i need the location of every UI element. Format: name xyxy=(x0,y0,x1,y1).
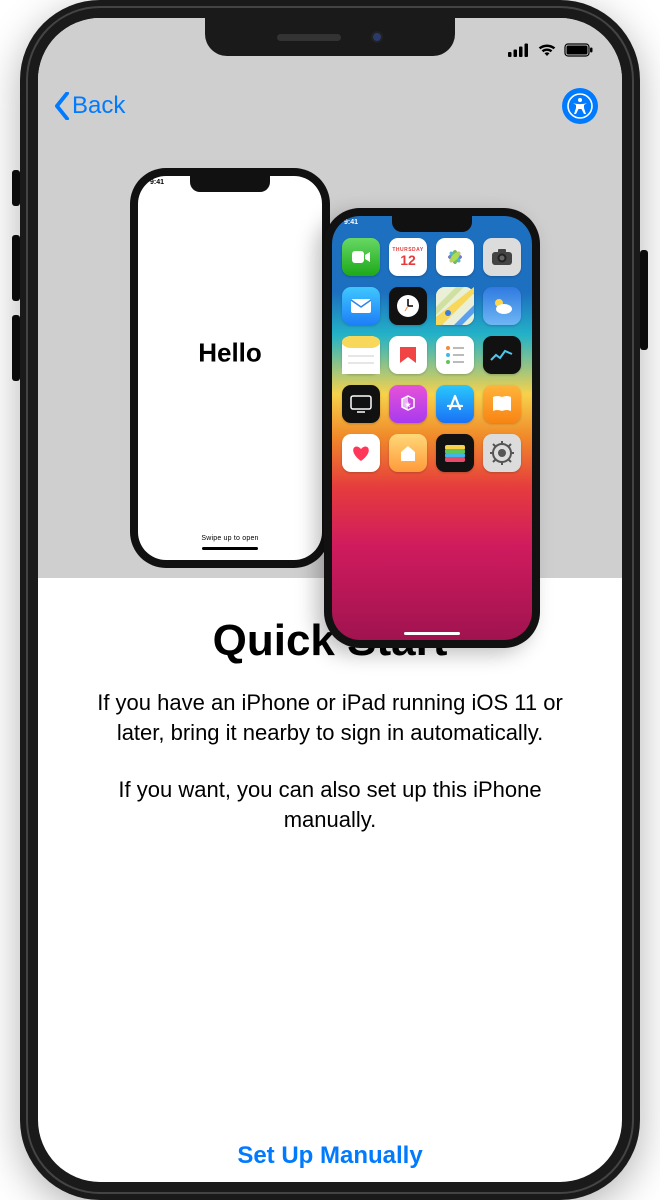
wifi-icon xyxy=(537,43,557,57)
back-label: Back xyxy=(72,92,125,120)
accessibility-button[interactable] xyxy=(562,88,598,124)
set-up-manually-button[interactable]: Set Up Manually xyxy=(237,1142,422,1169)
device-frame: Back 9:41 Hello Swi xyxy=(20,0,640,1200)
photos-icon xyxy=(436,238,474,276)
description-para-1: If you have an iPhone or iPad running iO… xyxy=(84,688,576,747)
power-button xyxy=(640,250,648,350)
device-notch xyxy=(205,18,455,56)
screen: Back 9:41 Hello Swi xyxy=(38,18,622,1182)
illustration-phone-hello: 9:41 Hello Swipe up to open xyxy=(130,168,330,568)
cellular-icon xyxy=(508,43,530,57)
facetime-icon xyxy=(342,238,380,276)
hello-text: Hello xyxy=(198,337,262,368)
description-para-2: If you want, you can also set up this iP… xyxy=(84,775,576,834)
reminders-icon xyxy=(436,336,474,374)
itunes-icon: ★ xyxy=(389,385,427,423)
volume-down-button xyxy=(12,315,20,381)
mail-icon xyxy=(342,287,380,325)
mute-switch xyxy=(12,170,20,206)
swipe-up-label: Swipe up to open xyxy=(138,535,322,550)
description: If you have an iPhone or iPad running iO… xyxy=(84,688,576,835)
home-icon-grid: Thursday12 ★ xyxy=(342,238,522,472)
ibooks-icon xyxy=(483,385,521,423)
weather-icon xyxy=(483,287,521,325)
camera-icon xyxy=(483,238,521,276)
settings-icon xyxy=(483,434,521,472)
notes-icon xyxy=(342,336,380,374)
volume-up-button xyxy=(12,235,20,301)
mini-time: 9:41 xyxy=(344,219,358,226)
illustration-phone-home: 9:41 Thursday12 xyxy=(324,208,540,648)
battery-icon xyxy=(564,43,594,57)
appstore-icon xyxy=(436,385,474,423)
chevron-left-icon xyxy=(54,92,70,120)
mini-time: 9:41 xyxy=(150,179,164,186)
stocks-icon xyxy=(483,336,521,374)
home-icon xyxy=(389,434,427,472)
hero-area: Back 9:41 Hello Swi xyxy=(38,18,622,578)
back-button[interactable]: Back xyxy=(54,92,125,120)
illustration: 9:41 Hello Swipe up to open 9:41 Thursda… xyxy=(110,148,550,578)
calendar-icon: Thursday12 xyxy=(389,238,427,276)
maps-icon xyxy=(436,287,474,325)
wallet-icon xyxy=(436,434,474,472)
accessibility-icon xyxy=(567,93,593,119)
clock-icon xyxy=(389,287,427,325)
bottom-action-area: Set Up Manually xyxy=(38,1142,622,1178)
news-icon xyxy=(389,336,427,374)
tv-icon xyxy=(342,385,380,423)
health-icon xyxy=(342,434,380,472)
svg-text:★: ★ xyxy=(405,401,412,409)
